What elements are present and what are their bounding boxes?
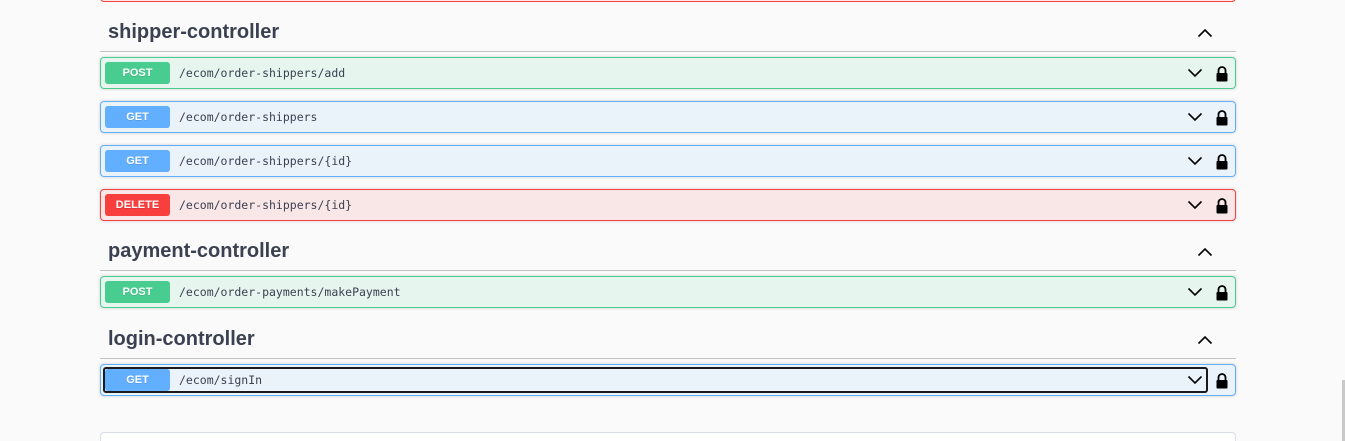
method-badge: GET bbox=[105, 369, 170, 391]
chevron-up-icon[interactable] bbox=[1196, 331, 1214, 349]
lock-icon[interactable] bbox=[1215, 198, 1229, 214]
operation-path: /ecom/order-shippers/add bbox=[179, 66, 346, 80]
operation-summary[interactable]: GET /ecom/signIn bbox=[103, 367, 1208, 393]
chevron-up-icon[interactable] bbox=[1196, 24, 1214, 42]
next-section-block bbox=[100, 432, 1236, 441]
method-badge: DELETE bbox=[105, 194, 170, 216]
operation-path: /ecom/order-shippers bbox=[179, 110, 318, 124]
lock-icon[interactable] bbox=[1215, 373, 1229, 389]
method-badge: GET bbox=[105, 150, 170, 172]
tag-title: login-controller bbox=[108, 328, 255, 350]
tag-header[interactable]: login-controller bbox=[100, 321, 1236, 359]
tag-section-payment-controller: payment-controller POST /ecom/order-paym… bbox=[100, 233, 1236, 320]
operation-post-order-shippers-add: POST /ecom/order-shippers/add bbox=[100, 57, 1236, 89]
operation-summary[interactable]: DELETE /ecom/order-shippers/{id} bbox=[104, 193, 1207, 217]
operation-summary[interactable]: GET /ecom/order-shippers bbox=[104, 105, 1207, 129]
operation-get-order-shippers: GET /ecom/order-shippers bbox=[100, 101, 1236, 133]
operation-get-order-shipper-by-id: GET /ecom/order-shippers/{id} bbox=[100, 145, 1236, 177]
operation-delete-order-shipper-by-id: DELETE /ecom/order-shippers/{id} bbox=[100, 189, 1236, 221]
tag-section-login-controller: login-controller GET /ecom/signIn bbox=[100, 321, 1236, 408]
chevron-down-icon[interactable] bbox=[1187, 65, 1203, 81]
chevron-down-icon[interactable] bbox=[1187, 197, 1203, 213]
previous-operation-block bbox=[100, 0, 1236, 2]
tag-header[interactable]: payment-controller bbox=[100, 233, 1236, 271]
tag-section-shipper-controller: shipper-controller POST /ecom/order-ship… bbox=[100, 14, 1236, 233]
operation-post-make-payment: POST /ecom/order-payments/makePayment bbox=[100, 276, 1236, 308]
operation-path: /ecom/order-shippers/{id} bbox=[179, 198, 353, 212]
operation-path: /ecom/signIn bbox=[179, 373, 263, 387]
chevron-down-icon[interactable] bbox=[1187, 284, 1203, 300]
tag-title: payment-controller bbox=[108, 240, 290, 262]
operation-summary[interactable]: POST /ecom/order-payments/makePayment bbox=[104, 280, 1207, 304]
chevron-down-icon[interactable] bbox=[1187, 372, 1203, 388]
operation-path: /ecom/order-payments/makePayment bbox=[179, 285, 401, 299]
chevron-down-icon[interactable] bbox=[1187, 153, 1203, 169]
operation-summary[interactable]: POST /ecom/order-shippers/add bbox=[104, 61, 1207, 85]
lock-icon[interactable] bbox=[1215, 154, 1229, 170]
operation-path: /ecom/order-shippers/{id} bbox=[179, 154, 353, 168]
method-badge: GET bbox=[105, 106, 170, 128]
lock-icon[interactable] bbox=[1215, 285, 1229, 301]
swagger-page: shipper-controller POST /ecom/order-ship… bbox=[0, 0, 1345, 441]
method-badge: POST bbox=[105, 281, 170, 303]
chevron-down-icon[interactable] bbox=[1187, 109, 1203, 125]
tag-title: shipper-controller bbox=[108, 21, 280, 43]
lock-icon[interactable] bbox=[1215, 66, 1229, 82]
chevron-up-icon[interactable] bbox=[1196, 243, 1214, 261]
tag-header[interactable]: shipper-controller bbox=[100, 14, 1236, 52]
method-badge: POST bbox=[105, 62, 170, 84]
operation-get-sign-in: GET /ecom/signIn bbox=[100, 364, 1236, 396]
lock-icon[interactable] bbox=[1215, 110, 1229, 126]
operation-summary[interactable]: GET /ecom/order-shippers/{id} bbox=[104, 149, 1207, 173]
